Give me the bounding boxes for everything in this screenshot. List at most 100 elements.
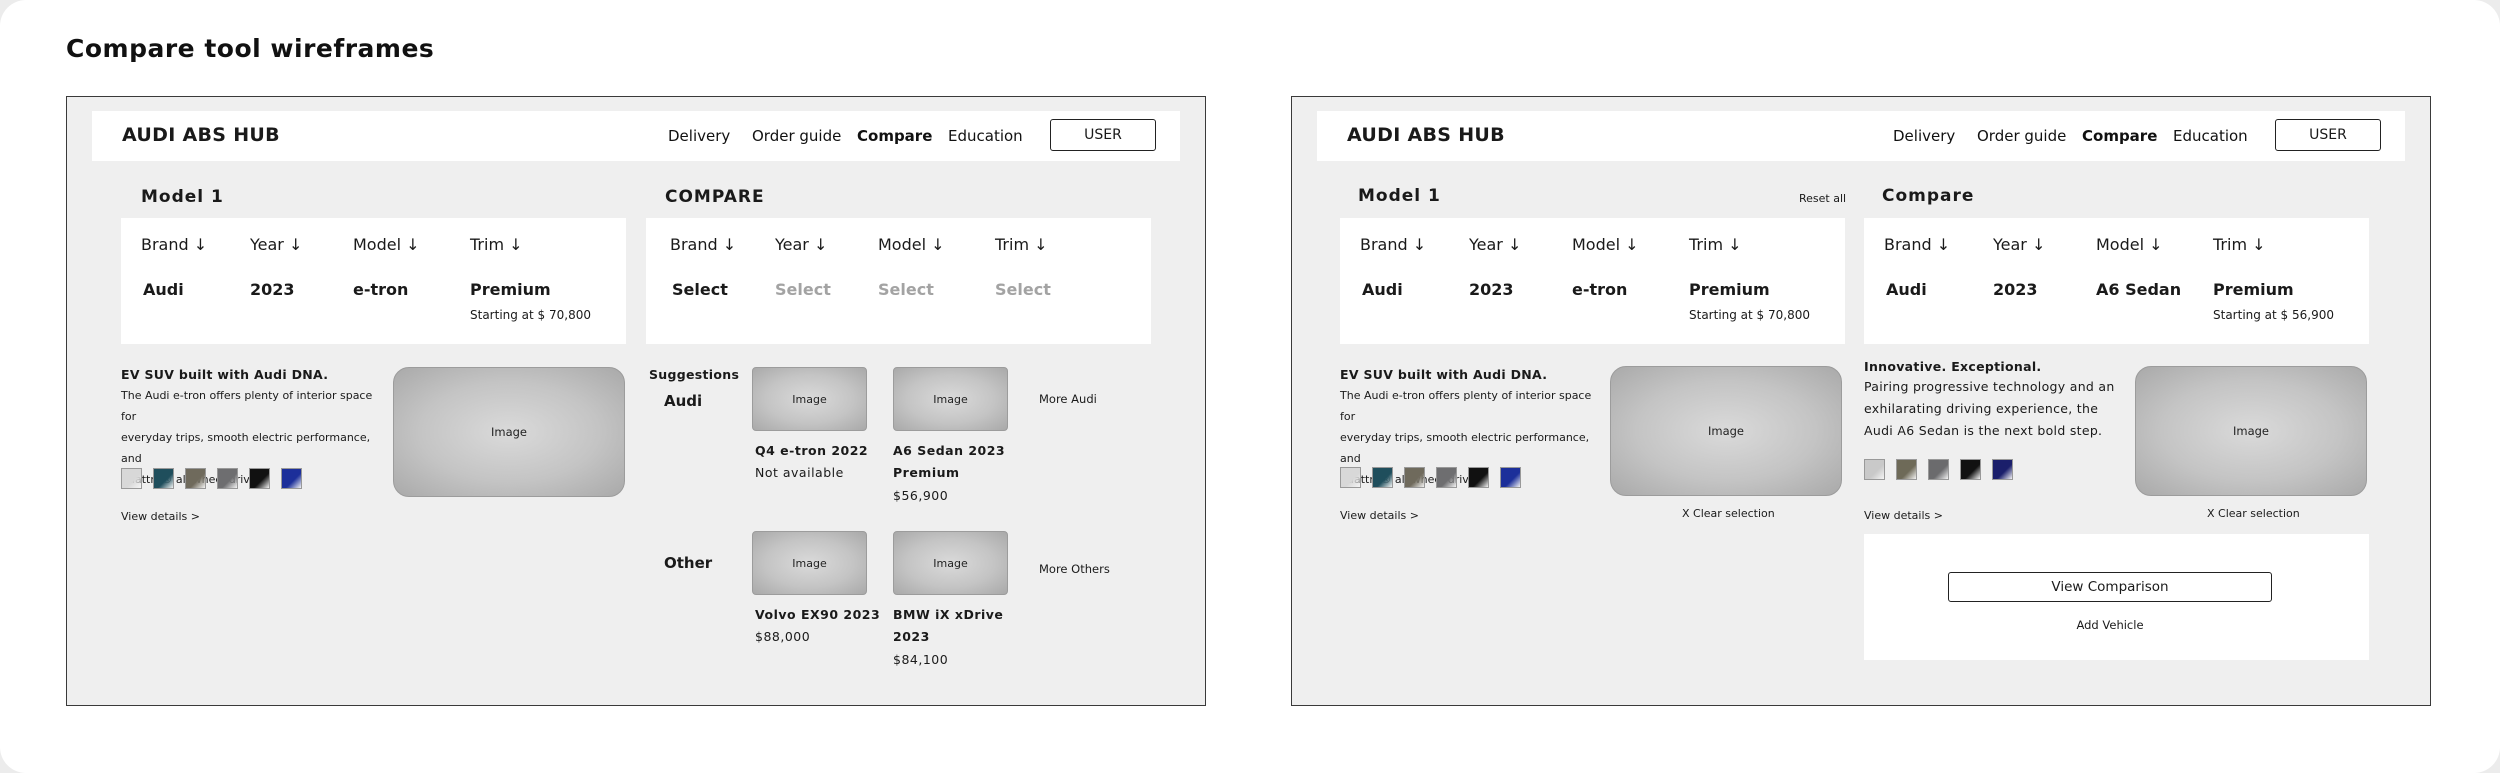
canvas: Compare tool wireframes AUDI ABS HUB Del… <box>0 0 2500 773</box>
color-swatch[interactable] <box>1500 467 1521 488</box>
color-swatch[interactable] <box>1468 467 1489 488</box>
brand-logo[interactable]: AUDI ABS HUB <box>1347 124 1505 146</box>
compare-model-dropdown[interactable]: Model ↓ <box>2096 235 2163 254</box>
description-line: Audi A6 Sedan is the next bold step. <box>1864 423 2103 438</box>
description-line: everyday trips, smooth electric performa… <box>121 431 371 465</box>
compare-title: COMPARE <box>665 187 765 207</box>
wireframe-1: AUDI ABS HUB Delivery Order guide Compar… <box>66 96 1206 706</box>
compare-year-dropdown[interactable]: Year ↓ <box>1993 235 2045 254</box>
vehicle-image-placeholder: Image <box>393 367 625 497</box>
brand-value: Audi <box>1362 280 1403 299</box>
color-swatch[interactable] <box>281 468 302 489</box>
suggestion-image-placeholder[interactable]: Image <box>893 367 1008 431</box>
suggestion-price: $56,900 <box>893 488 949 503</box>
view-comparison-button[interactable]: View Comparison <box>1948 572 2272 602</box>
description-line: The Audi e-tron offers plenty of interio… <box>1340 389 1592 423</box>
brand-dropdown[interactable]: Brand ↓ <box>1360 235 1426 254</box>
nav-compare[interactable]: Compare <box>857 127 932 145</box>
suggestion-name-line: 2023 <box>893 629 930 644</box>
suggestion-name[interactable]: BMW iX xDrive 2023 <box>893 604 1033 648</box>
model-value: e-tron <box>1572 280 1628 299</box>
description-line: The Audi e-tron offers plenty of interio… <box>121 389 373 423</box>
model-value: e-tron <box>353 280 409 299</box>
compare-view-details-link[interactable]: View details > <box>1864 509 1943 522</box>
compare-trim-dropdown[interactable]: Trim ↓ <box>995 235 1048 254</box>
compare-brand-dropdown[interactable]: Brand ↓ <box>670 235 736 254</box>
compare-trim-value: Premium <box>2213 280 2294 299</box>
brand-dropdown[interactable]: Brand ↓ <box>141 235 207 254</box>
compare-year-select[interactable]: Select <box>775 280 831 299</box>
color-swatches <box>121 468 302 489</box>
view-details-link[interactable]: View details > <box>121 510 200 523</box>
year-value: 2023 <box>250 280 295 299</box>
suggestion-name-line: BMW iX xDrive <box>893 607 1004 622</box>
model-dropdown[interactable]: Model ↓ <box>1572 235 1639 254</box>
compare-year-dropdown[interactable]: Year ↓ <box>775 235 827 254</box>
suggestion-image-placeholder[interactable]: Image <box>893 531 1008 595</box>
color-swatch[interactable] <box>1864 459 1885 480</box>
color-swatch[interactable] <box>1928 459 1949 480</box>
compare-model-dropdown[interactable]: Model ↓ <box>878 235 945 254</box>
color-swatch[interactable] <box>1372 467 1393 488</box>
clear-selection-link[interactable]: X Clear selection <box>1682 507 1775 520</box>
compare-brand-value: Audi <box>1886 280 1927 299</box>
compare-title: Compare <box>1882 186 1975 206</box>
compare-trim-select[interactable]: Select <box>995 280 1051 299</box>
actions-card: View Comparison Add Vehicle <box>1864 534 2369 660</box>
color-swatch[interactable] <box>217 468 238 489</box>
add-vehicle-link[interactable]: Add Vehicle <box>1864 618 2356 632</box>
color-swatch[interactable] <box>121 468 142 489</box>
more-audi-link[interactable]: More Audi <box>1039 392 1097 406</box>
nav-education[interactable]: Education <box>2173 127 2248 145</box>
color-swatch[interactable] <box>1436 467 1457 488</box>
color-swatch[interactable] <box>153 468 174 489</box>
compare-price-label: Starting at $ 56,900 <box>2213 308 2334 322</box>
trim-value: Premium <box>1689 280 1770 299</box>
nav-education[interactable]: Education <box>948 127 1023 145</box>
trim-dropdown[interactable]: Trim ↓ <box>470 235 523 254</box>
more-others-link[interactable]: More Others <box>1039 562 1110 576</box>
color-swatch[interactable] <box>1960 459 1981 480</box>
suggestion-image-placeholder[interactable]: Image <box>752 367 867 431</box>
nav-order-guide[interactable]: Order guide <box>1977 127 2066 145</box>
color-swatch[interactable] <box>1992 459 2013 480</box>
vehicle-tagline: EV SUV built with Audi DNA. <box>1340 367 1548 382</box>
suggestion-image-placeholder[interactable]: Image <box>752 531 867 595</box>
suggestions-other-label: Other <box>664 554 713 572</box>
compare-model-value: A6 Sedan <box>2096 280 2182 299</box>
color-swatch[interactable] <box>1896 459 1917 480</box>
model-dropdown[interactable]: Model ↓ <box>353 235 420 254</box>
suggestion-name[interactable]: Volvo EX90 2023 <box>755 604 880 626</box>
compare-trim-dropdown[interactable]: Trim ↓ <box>2213 235 2266 254</box>
suggestion-availability: Not available <box>755 465 844 480</box>
reset-all-link[interactable]: Reset all <box>1799 192 1846 205</box>
compare-vehicle-description: Pairing progressive technology and an ex… <box>1864 376 2134 442</box>
user-button[interactable]: USER <box>1050 119 1156 151</box>
description-line: Pairing progressive technology and an <box>1864 379 2115 394</box>
nav-delivery[interactable]: Delivery <box>1893 127 1955 145</box>
nav-delivery[interactable]: Delivery <box>668 127 730 145</box>
nav-compare[interactable]: Compare <box>2082 127 2157 145</box>
nav-order-guide[interactable]: Order guide <box>752 127 841 145</box>
compare-brand-dropdown[interactable]: Brand ↓ <box>1884 235 1950 254</box>
color-swatch[interactable] <box>185 468 206 489</box>
compare-model-select[interactable]: Select <box>878 280 934 299</box>
brand-logo[interactable]: AUDI ABS HUB <box>122 124 280 146</box>
year-dropdown[interactable]: Year ↓ <box>250 235 302 254</box>
user-button[interactable]: USER <box>2275 119 2381 151</box>
trim-value: Premium <box>470 280 551 299</box>
color-swatch[interactable] <box>1340 467 1361 488</box>
top-navbar: AUDI ABS HUB Delivery Order guide Compar… <box>92 111 1180 161</box>
suggestions-title: Suggestions <box>649 367 740 382</box>
trim-dropdown[interactable]: Trim ↓ <box>1689 235 1742 254</box>
compare-clear-selection-link[interactable]: X Clear selection <box>2207 507 2300 520</box>
suggestion-name[interactable]: Q4 e-tron 2022 <box>755 440 868 462</box>
year-dropdown[interactable]: Year ↓ <box>1469 235 1521 254</box>
compare-brand-select[interactable]: Select <box>672 280 728 299</box>
suggestion-name[interactable]: A6 Sedan 2023 Premium <box>893 440 1033 484</box>
suggestions-audi-label: Audi <box>664 392 703 410</box>
description-line: everyday trips, smooth electric performa… <box>1340 431 1590 465</box>
view-details-link[interactable]: View details > <box>1340 509 1419 522</box>
color-swatch[interactable] <box>1404 467 1425 488</box>
color-swatch[interactable] <box>249 468 270 489</box>
